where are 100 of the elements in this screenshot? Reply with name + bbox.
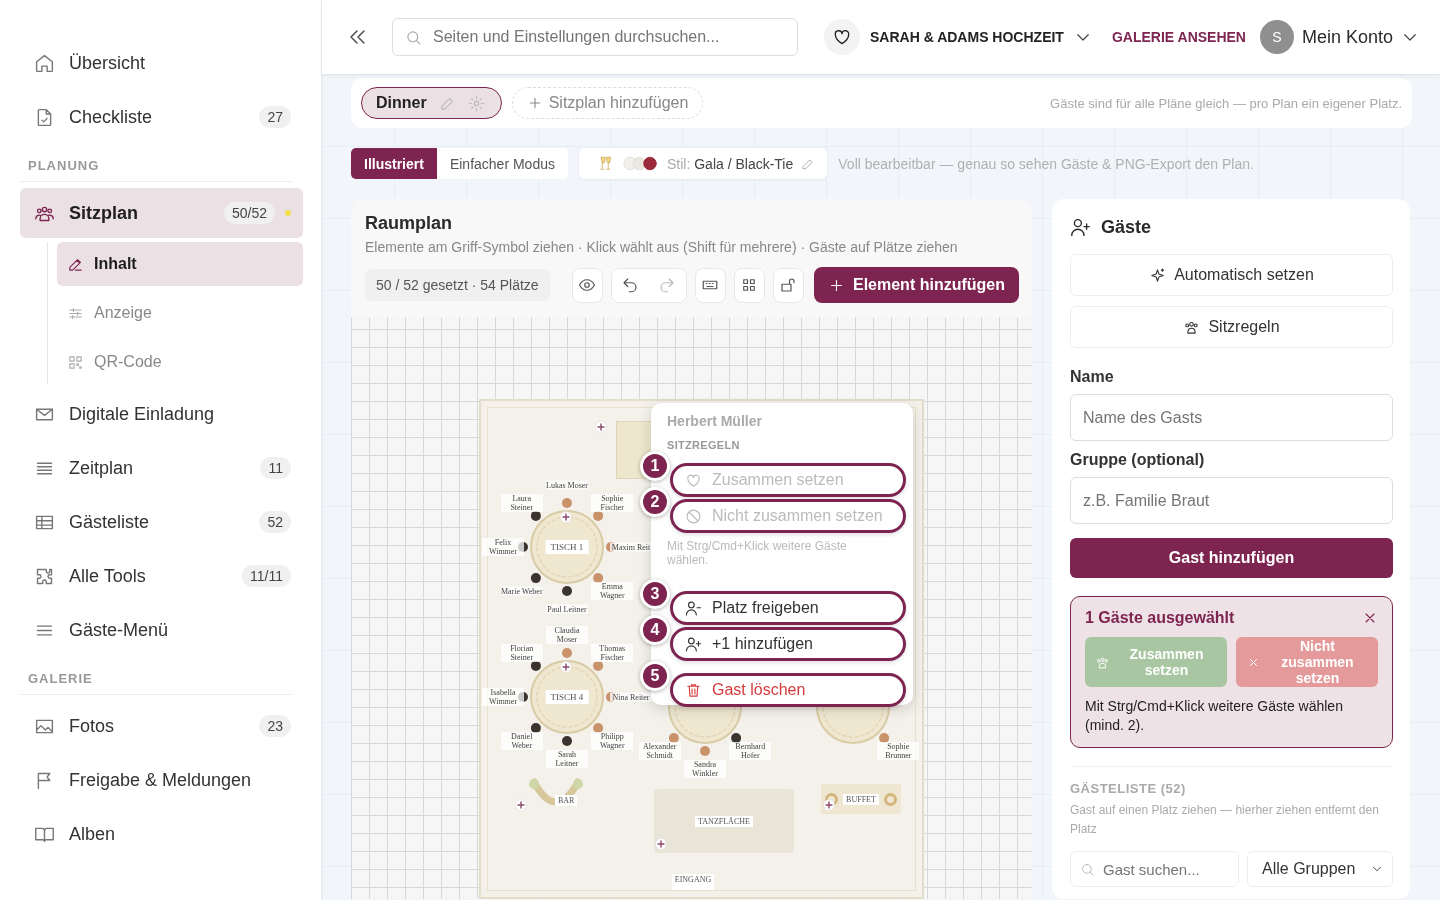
search-field[interactable]: Seiten und Einstellungen durchsuchen... (392, 18, 798, 56)
guest-name[interactable]: Paul Leitner (546, 604, 588, 614)
dance-floor[interactable]: TANZFLÄCHE (654, 789, 794, 853)
field-label: Gruppe (optional) (1070, 451, 1206, 469)
redo-icon (658, 276, 677, 294)
add-element-button[interactable]: Element hinzufügen (813, 267, 1019, 303)
move-handle-icon[interactable] (515, 799, 527, 811)
buffet-table[interactable]: BUFFET (821, 784, 901, 814)
count-badge: 11/11 (242, 565, 291, 587)
move-handle-icon[interactable] (823, 799, 835, 811)
auto-assign-button[interactable]: Automatisch setzen (1070, 254, 1393, 296)
guest-name[interactable]: Bernhard Hofer (729, 741, 772, 760)
name-field[interactable]: Name des Gasts (1070, 394, 1393, 441)
guest-name[interactable]: Philipp Wagner (591, 731, 634, 750)
sidebar-item[interactable]: Fotos 23 (20, 701, 303, 751)
guest-name[interactable]: Sandra Winkler (684, 760, 726, 778)
move-handle-icon[interactable] (595, 421, 607, 433)
guest-name[interactable]: Thomas Fischer (591, 644, 634, 663)
trash-icon (685, 681, 702, 699)
card-title: Gäste (1101, 217, 1152, 238)
guest-name[interactable]: Claudia Moser (546, 626, 588, 644)
sidebar-item[interactable]: Gäste-Menü (20, 605, 303, 655)
mode-tab[interactable]: Illustriert (351, 148, 437, 179)
guest-name[interactable]: Sarah Leitner (546, 750, 588, 768)
field-label: Name (1070, 368, 1115, 386)
qr-icon (67, 353, 84, 371)
account-menu[interactable]: S Mein Konto (1260, 20, 1420, 54)
guest-name[interactable]: Lukas Moser (546, 480, 588, 490)
keyboard-button[interactable] (694, 267, 726, 303)
head-table[interactable] (616, 421, 652, 479)
move-handle-icon[interactable] (655, 838, 667, 850)
entrance-marker[interactable]: EINGANG (653, 874, 733, 890)
guest-name[interactable]: Laura Steiner (500, 494, 543, 513)
heart-icon (685, 471, 702, 489)
selection-hint: Mit Strg/Cmd+Klick weitere Gäste wählen (mind. 2). (1085, 697, 1344, 735)
menu-action[interactable]: Gast löschen (670, 673, 906, 707)
count-badge: 52 (259, 511, 291, 533)
count-badge: 11 (260, 457, 291, 479)
undo-icon (621, 276, 640, 294)
event-switcher[interactable]: SARAH & ADAMS HOCHZEIT (824, 19, 1092, 55)
person-plus-icon (685, 635, 702, 653)
unlock-button[interactable] (772, 267, 804, 303)
group-filter-select[interactable]: Alle Gruppen (1247, 851, 1393, 888)
step-badge: 4 (640, 615, 670, 645)
guest-name[interactable]: Isabella Wimmer (482, 688, 524, 706)
move-handle-icon[interactable] (560, 511, 572, 523)
sidebar-item[interactable]: Zeitplan 11 (20, 443, 303, 493)
style-picker[interactable]: Stil: Gala / Black-Tie (578, 148, 828, 179)
guest-name[interactable]: Florian Steiner (500, 644, 543, 663)
seating-rules-button[interactable]: Sitzregeln (1070, 306, 1393, 348)
guest-name-heading: Herbert Müller (667, 413, 763, 429)
house-icon (34, 52, 55, 74)
section-heading: SITZREGELN (667, 439, 741, 451)
sidebar-item[interactable]: Gästeliste 52 (20, 497, 303, 547)
move-handle-icon[interactable] (560, 661, 572, 673)
step-badge: 3 (640, 579, 670, 609)
sidebar-subitem[interactable]: QR-Code (57, 340, 303, 384)
guest-name[interactable]: Alexander Schmidt (638, 741, 681, 760)
sidebar-item[interactable]: Sitzplan 50/52 (20, 188, 303, 238)
step-badge: 5 (640, 661, 670, 691)
step-badge: 2 (640, 487, 670, 517)
add-guest-button[interactable]: Gast hinzufügen (1070, 538, 1393, 578)
guest-name[interactable]: Emma Wagner (591, 581, 634, 600)
people-icon (1095, 654, 1110, 670)
gallery-link[interactable]: GALERIE ANSEHEN (1111, 29, 1246, 45)
guest-search-field[interactable]: Gast suchen... (1070, 851, 1239, 888)
guest-name[interactable]: Marie Weber (500, 586, 543, 596)
sidebar-item[interactable]: Übersicht (20, 38, 303, 88)
grid-button[interactable] (733, 267, 765, 303)
guest-name[interactable]: Nina Reiter (610, 692, 652, 702)
sparkle-icon (1149, 266, 1167, 284)
menu-action[interactable]: Platz freigeben (670, 591, 906, 625)
guest-name[interactable]: Maxim Reit (610, 542, 652, 552)
unlock-icon (779, 276, 798, 294)
sidebar-item[interactable]: Alle Tools 11/11 (20, 551, 303, 601)
card-title: Raumplan (365, 213, 453, 234)
sidebar-item[interactable]: Freigabe & Meldungen (20, 755, 303, 805)
count-badge: 23 (259, 715, 291, 737)
sidebar-item[interactable]: Alben (20, 809, 303, 859)
color-swatches-icon (622, 156, 659, 171)
group-field[interactable]: z.B. Familie Braut (1070, 477, 1393, 524)
forbidden-icon (685, 507, 702, 525)
guest-name[interactable]: Felix Wimmer (482, 538, 524, 556)
sidebar-subitem[interactable]: Inhalt (57, 242, 303, 286)
section-heading: GÄSTELISTE (52) (1070, 780, 1187, 796)
mode-note: Voll bearbeitbar — genau so sehen Gäste & PNG-Export den Plan. (838, 155, 1254, 172)
sidebar-item[interactable]: Checkliste 27 (20, 92, 303, 142)
guest-name[interactable]: Sophie Fischer (591, 494, 634, 513)
table-label: TISCH 4 (545, 690, 589, 704)
menu-hint: Mit Strg/Cmd+Klick weitere Gäste wählen. (667, 539, 848, 567)
area-label: BUFFET (843, 793, 879, 805)
guest-name[interactable]: Sophie Brunner (877, 741, 920, 760)
count-badge: 50/52 (223, 202, 275, 224)
guest-name[interactable]: Daniel Weber (500, 731, 543, 750)
pencil-icon (801, 156, 816, 171)
sidebar-subitem[interactable]: Anzeige (57, 291, 303, 335)
section-heading: PLANUNG (20, 146, 293, 182)
preview-button[interactable] (571, 267, 603, 303)
menu-action[interactable]: +1 hinzufügen (670, 627, 906, 661)
sidebar-item[interactable]: Digitale Einladung (20, 389, 303, 439)
